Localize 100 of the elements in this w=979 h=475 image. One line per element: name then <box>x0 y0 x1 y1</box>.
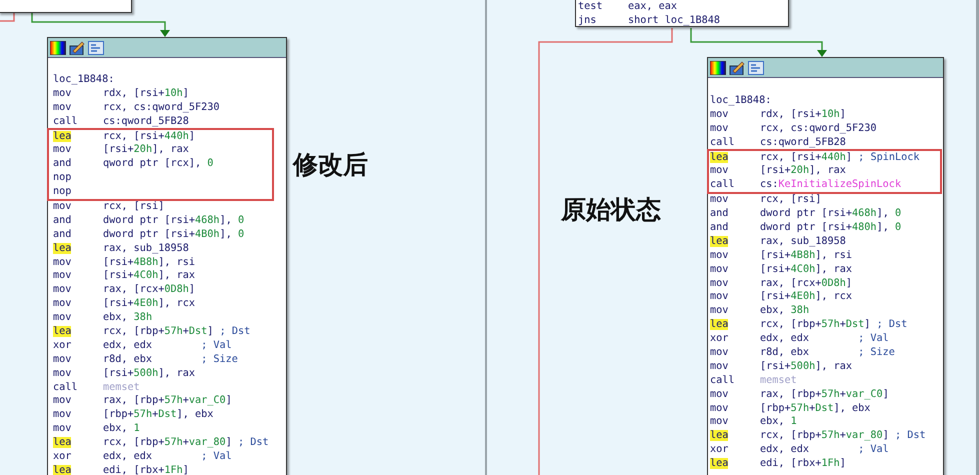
operand: edx, edx ; Val <box>103 338 232 353</box>
mnemonic: mov <box>710 108 728 120</box>
operand: cs:qword_5FB28 <box>103 114 189 129</box>
mnemonic: lea <box>710 430 728 442</box>
operand: rdx, [rsi+10h] <box>760 108 846 122</box>
operand: short loc_1B848 <box>628 14 720 28</box>
mnemonic: nop <box>53 172 72 184</box>
operand: cs:qword_5FB28 <box>760 136 846 150</box>
operand: rax, [rbp+57h+var_C0] <box>103 394 232 408</box>
mnemonic: test <box>578 1 603 12</box>
operand: dword ptr [rsi+480h], 0 <box>760 221 902 235</box>
mnemonic: mov <box>53 368 72 379</box>
operand: rcx, [rbp+57h+var_80] ; Dst <box>760 429 926 444</box>
mnemonic: mov <box>53 102 72 113</box>
operand: edx, edx ; Val <box>103 450 232 464</box>
operand: memset <box>760 374 797 388</box>
operand: rcx, [rsi] <box>760 193 822 208</box>
operand: ebx, 38h <box>760 304 810 318</box>
mnemonic: and <box>53 158 72 170</box>
mnemonic: mov <box>53 284 72 296</box>
code-label: loc_1B848: <box>53 73 114 87</box>
operand: rax, [rcx+0D8h] <box>103 283 196 298</box>
operand: [rsi+20h], rax <box>103 143 189 158</box>
operand: [rsi+4B8h], rsi <box>760 248 852 263</box>
edit-icon[interactable] <box>69 40 85 54</box>
mnemonic: lea <box>710 236 728 247</box>
operand: rax, sub_18958 <box>760 234 846 249</box>
palette-icon[interactable] <box>710 60 726 74</box>
mnemonic: xor <box>710 333 728 344</box>
mnemonic: jns <box>578 14 596 26</box>
mnemonic: call <box>710 179 735 190</box>
mnemonic: mov <box>710 165 728 176</box>
operand: r8d, ebx ; Size <box>760 346 895 360</box>
mnemonic: mov <box>53 354 72 365</box>
operand: rcx, [rsi+440h] ; SpinLock <box>760 150 920 164</box>
mnemonic: call <box>710 136 735 148</box>
mnemonic: and <box>710 208 728 220</box>
mnemonic: lea <box>53 130 72 142</box>
operand: [rsi+500h], rax <box>103 366 196 381</box>
mnemonic: mov <box>53 88 72 99</box>
operand: [rsi+4C0h], rax <box>103 269 196 284</box>
mnemonic: mov <box>53 395 72 406</box>
mnemonic: xor <box>53 451 72 462</box>
operand: [rsi+4B8h], rsi <box>103 256 196 270</box>
mnemonic: mov <box>53 256 72 268</box>
graph-icon[interactable] <box>748 60 764 74</box>
mnemonic: mov <box>710 291 728 302</box>
operand: edi, [rbx+1Fh] <box>760 457 846 472</box>
operand: rax, sub_18958 <box>103 242 189 256</box>
operand: qword ptr [rcx], 0 <box>103 157 214 172</box>
operand: [rsi+4E0h], rcx <box>103 297 196 312</box>
mnemonic: mov <box>53 409 72 420</box>
mnemonic: mov <box>710 194 728 206</box>
mnemonic: mov <box>53 201 72 212</box>
operand: rcx, cs:qword_5F230 <box>760 122 877 136</box>
mnemonic: lea <box>710 319 728 330</box>
graph-icon[interactable] <box>88 40 104 54</box>
operand: cs:KeInitializeSpinLock <box>760 178 902 192</box>
operand: ebx, 38h <box>103 311 152 326</box>
caption: 原始状态 <box>561 194 661 226</box>
operand: r8d, ebx ; Size <box>103 352 238 367</box>
mnemonic: call <box>710 374 735 386</box>
mnemonic: mov <box>53 423 72 434</box>
operand: ebx, 1 <box>103 422 140 436</box>
operand: memset <box>103 380 140 394</box>
operand: rdx, [rsi+10h] <box>103 86 189 101</box>
operand: eax, eax <box>628 0 678 14</box>
mnemonic: xor <box>710 444 728 456</box>
mnemonic: mov <box>53 298 72 310</box>
mnemonic: mov <box>710 402 728 414</box>
mnemonic: mov <box>710 347 728 358</box>
operand: rax, [rcx+0D8h] <box>760 276 852 290</box>
operand: rcx, cs:qword_5F230 <box>103 100 220 115</box>
operand: [rbp+57h+Dst], ebx <box>103 408 214 422</box>
operand: [rbp+57h+Dst], ebx <box>760 402 870 416</box>
mnemonic: mov <box>53 270 72 282</box>
mnemonic: lea <box>53 242 72 254</box>
operand: [rsi+20h], rax <box>760 164 846 178</box>
code-label: loc_1B848: <box>710 94 772 108</box>
mnemonic: mov <box>710 305 728 316</box>
mnemonic: lea <box>53 326 72 338</box>
operand: [rsi+4E0h], rcx <box>760 290 852 304</box>
operand: dword ptr [rsi+468h], 0 <box>103 214 244 228</box>
mnemonic: mov <box>53 312 72 324</box>
mnemonic: call <box>53 382 78 393</box>
mnemonic: and <box>53 228 72 240</box>
operand: rcx, [rbp+57h+Dst] ; Dst <box>760 318 908 332</box>
operand: dword ptr [rsi+4B0h], 0 <box>103 228 244 242</box>
mnemonic: mov <box>710 388 728 400</box>
mnemonic: mov <box>710 250 728 261</box>
mnemonic: mov <box>710 416 728 428</box>
operand: rcx, [rbp+57h+var_80] ; Dst <box>103 436 269 450</box>
mnemonic: xor <box>53 340 72 351</box>
palette-icon[interactable] <box>50 40 66 54</box>
operand: edi, [rbx+1Fh] <box>103 464 189 475</box>
edit-icon[interactable] <box>729 60 745 74</box>
mnemonic: lea <box>53 464 72 475</box>
mnemonic: lea <box>710 152 728 163</box>
operand: rcx, [rsi] <box>103 200 164 214</box>
mnemonic: and <box>710 222 728 234</box>
